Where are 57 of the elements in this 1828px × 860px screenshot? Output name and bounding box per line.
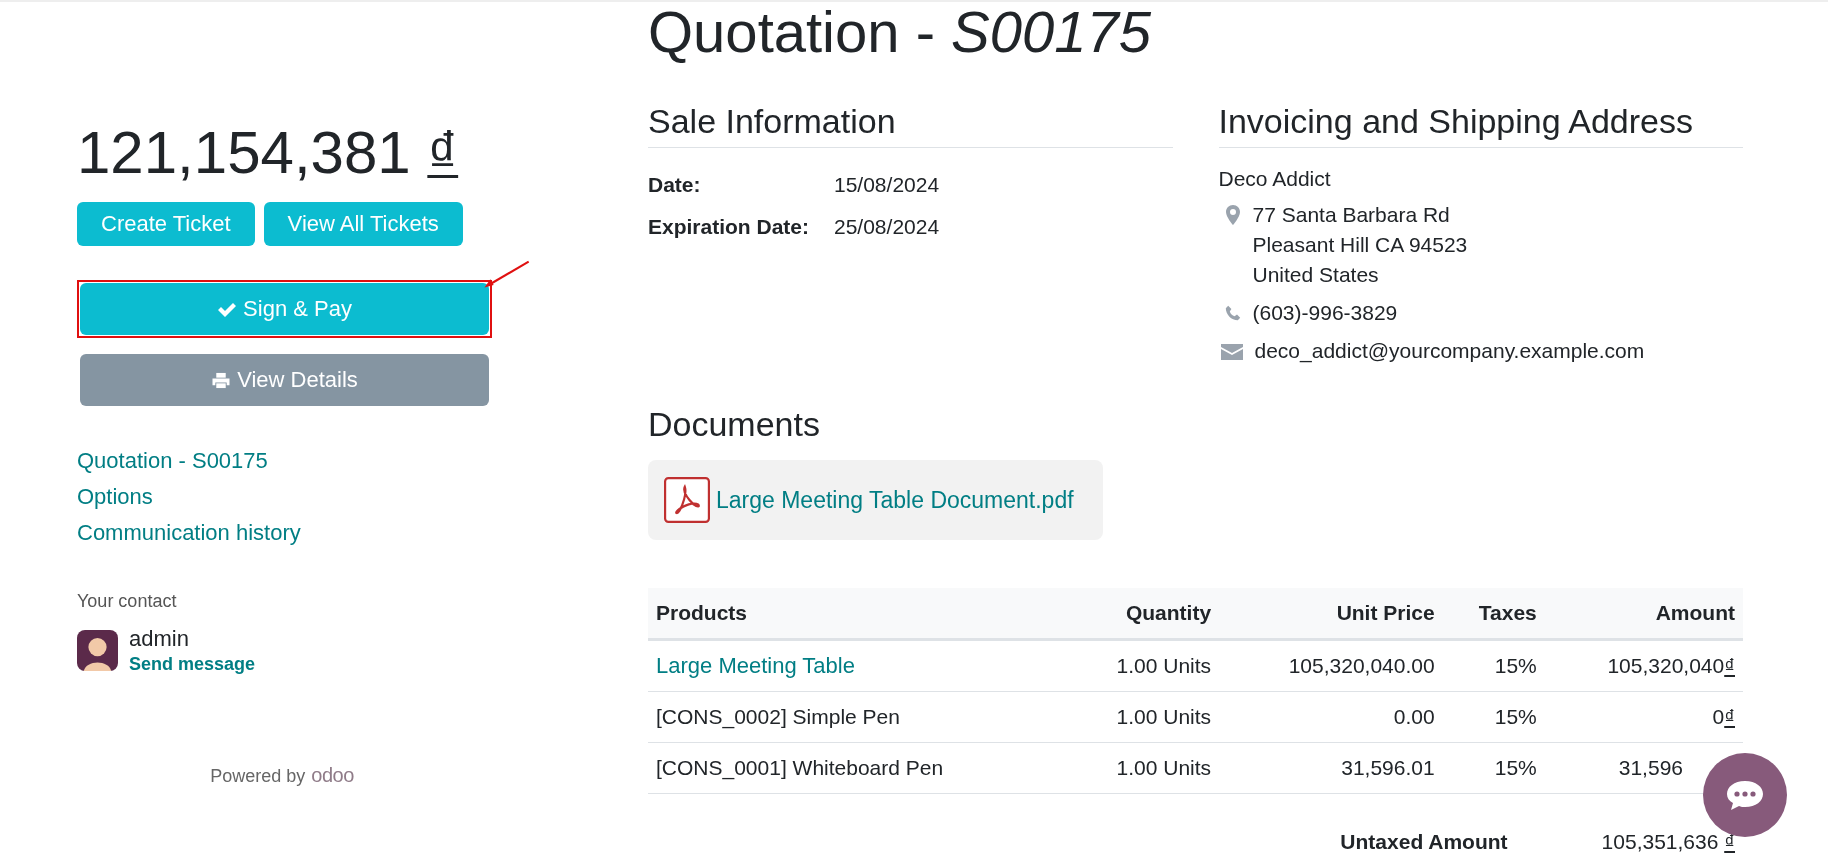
column-header: Products	[648, 588, 1067, 640]
column-header: Taxes	[1442, 588, 1545, 640]
envelope-icon	[1220, 344, 1243, 360]
chat-icon	[1725, 779, 1765, 811]
amount-value: 0₫	[1712, 705, 1735, 728]
table-cell: 15%	[1442, 691, 1545, 743]
product-name: [CONS_0001] Whiteboard Pen	[656, 756, 944, 779]
total-label: Untaxed Amount	[1340, 830, 1508, 854]
customer-name: Deco Addict	[1218, 166, 1332, 192]
printer-icon	[211, 371, 232, 389]
table-cell: 1.00 Units	[1066, 691, 1220, 743]
document-icon	[664, 477, 710, 523]
table-cell: 31,596.01	[1219, 742, 1443, 794]
send-message-link[interactable]: Send message	[129, 652, 256, 676]
column-header: Quantity	[1066, 588, 1220, 640]
section-heading: Sale Information	[648, 101, 1173, 148]
product-link[interactable]: Large Meeting Table	[656, 653, 855, 678]
avatar-icon	[77, 630, 118, 671]
odoo-logo[interactable]: odoo	[311, 764, 354, 787]
location-pin-icon	[1224, 205, 1241, 225]
amount-value: 31,596	[1618, 756, 1684, 779]
total-value: 105,351,636 ₫	[1601, 830, 1736, 854]
column-header: Unit Price	[1219, 588, 1443, 640]
sidebar-link[interactable]: Communication history	[77, 519, 301, 547]
field-label: Expiration Date:	[648, 214, 811, 240]
field-value: 25/08/2024	[834, 214, 941, 240]
table-cell: 15%	[1442, 639, 1545, 692]
contact-heading: Your contact	[77, 591, 177, 612]
document-link[interactable]: Large Meeting Table Document.pdf	[716, 486, 1074, 514]
check-icon	[217, 300, 238, 318]
field-label: Date:	[648, 172, 702, 198]
sign-pay-button[interactable]: Sign & Pay	[80, 283, 489, 335]
address-line: (603)-996-3829	[1252, 300, 1398, 326]
table-cell: 0.00	[1219, 691, 1443, 743]
address-line: 77 Santa Barbara Rd Pleasant Hill CA 94523 United States	[1252, 202, 1468, 288]
table-cell: 1.00 Units	[1066, 639, 1220, 692]
sidebar-link[interactable]: Options	[77, 483, 301, 511]
ticket-button[interactable]: Create Ticket	[77, 202, 255, 246]
document-card[interactable]: Large Meeting Table Document.pdf	[648, 460, 1103, 540]
contact-name: admin	[129, 626, 190, 652]
column-header: Amount	[1544, 588, 1743, 640]
phone-icon	[1224, 303, 1241, 323]
table-cell: 1.00 Units	[1066, 742, 1220, 794]
powered-by-text: Powered by	[210, 766, 306, 787]
address-line: deco_addict@yourcompany.example.com	[1254, 338, 1645, 365]
section-heading: Documents	[648, 404, 820, 445]
sidebar-link[interactable]: Quotation - S00175	[77, 447, 301, 475]
amount-value: 105,320,040₫	[1607, 654, 1735, 677]
field-value: 15/08/2024	[834, 172, 941, 198]
total-amount: 121,154,381 ₫	[77, 118, 459, 188]
table-cell: 105,320,040.00	[1219, 639, 1443, 692]
view-details-button[interactable]: View Details	[80, 354, 489, 406]
product-name: [CONS_0002] Simple Pen	[656, 705, 900, 728]
ticket-button[interactable]: View All Tickets	[263, 202, 463, 246]
table-cell: 15%	[1442, 742, 1545, 794]
section-heading: Invoicing and Shipping Address	[1218, 101, 1743, 148]
page-title: Quotation - S00175	[648, 2, 1152, 66]
